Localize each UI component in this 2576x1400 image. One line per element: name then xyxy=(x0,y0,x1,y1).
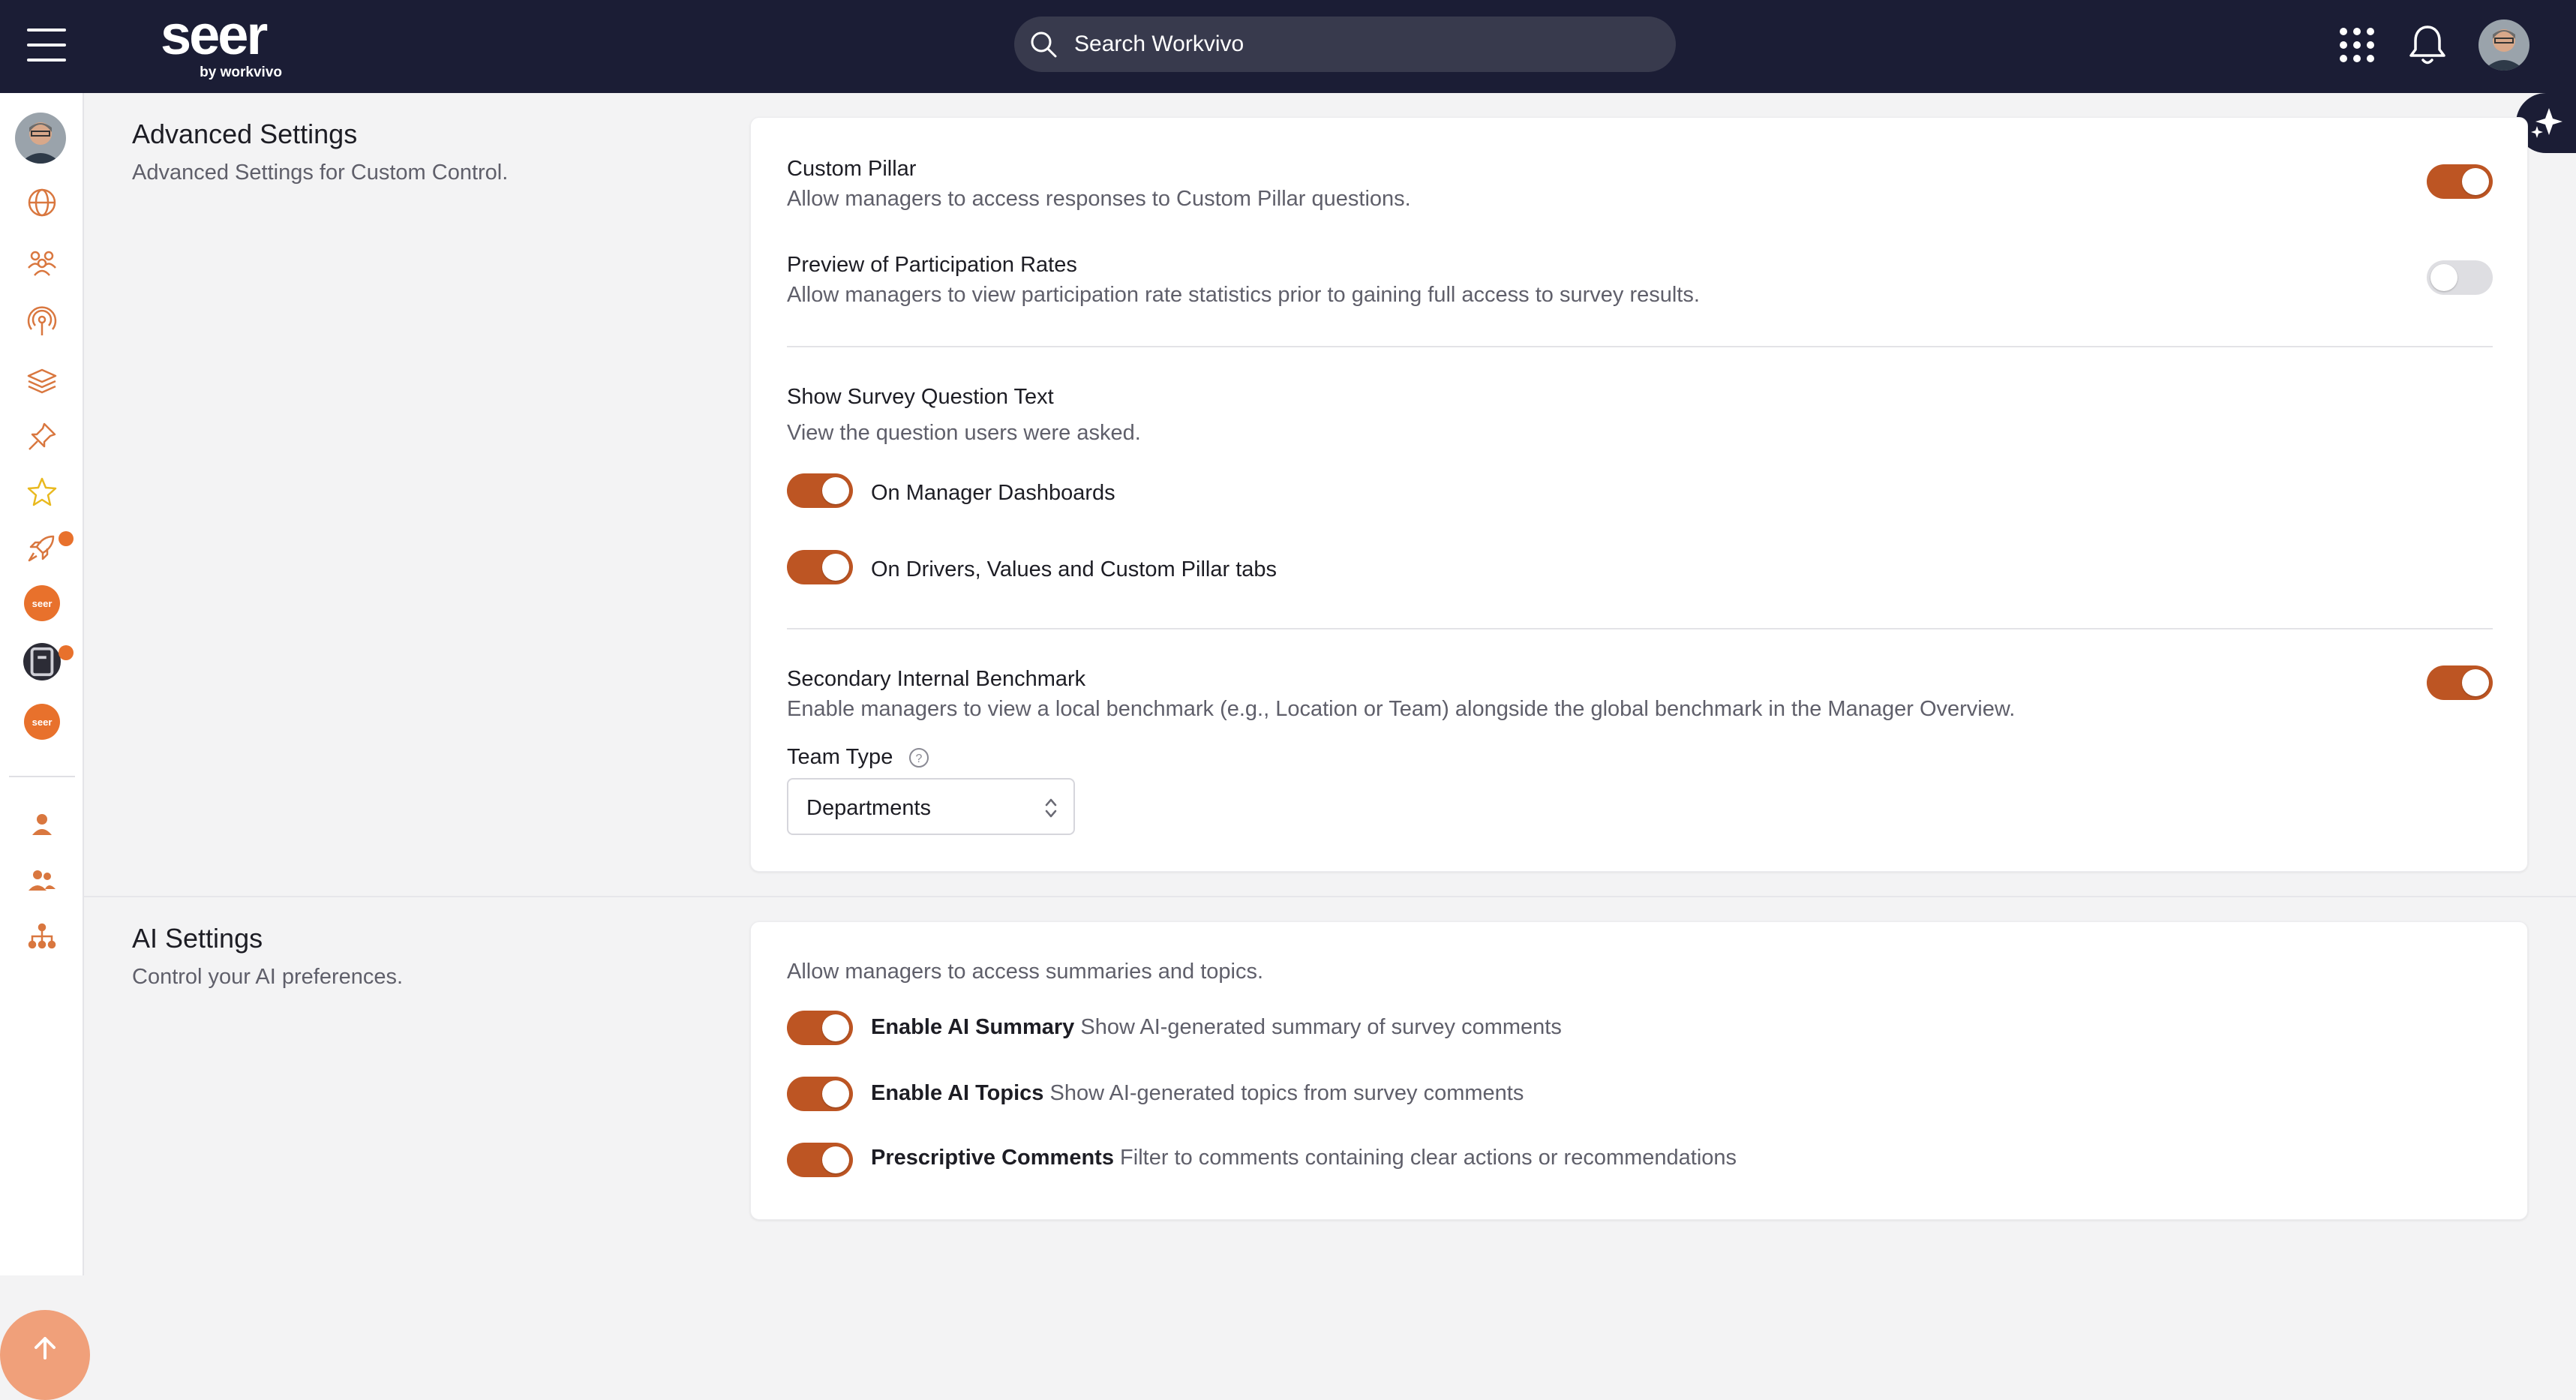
sidebar-avatar[interactable] xyxy=(15,113,66,164)
people-icon xyxy=(29,870,56,891)
advanced-settings-description: Advanced Settings for Custom Control. xyxy=(132,161,509,185)
sidebar-divider xyxy=(9,776,75,777)
prescriptive-comments-toggle[interactable] xyxy=(787,1143,853,1177)
arrow-up-icon xyxy=(35,1337,56,1359)
pin-icon xyxy=(29,422,56,450)
dark-app-badge xyxy=(23,643,61,680)
custom-pillar-description: Allow managers to access responses to Cu… xyxy=(787,187,1411,211)
participation-rates-toggle[interactable] xyxy=(2427,260,2493,295)
benchmark-toggle[interactable] xyxy=(2427,665,2493,700)
rocket-icon xyxy=(28,535,55,562)
sidebar-item-seer-app-2[interactable]: seer xyxy=(21,701,63,743)
sidebar-item-launches[interactable] xyxy=(21,527,63,569)
prescriptive-comments-label: Prescriptive Comments Filter to comments… xyxy=(871,1146,1737,1170)
sidebar-item-seer-app-1[interactable]: seer xyxy=(21,582,63,624)
manager-dashboards-toggle[interactable] xyxy=(787,473,853,508)
sidebar-item-people[interactable] xyxy=(21,860,63,902)
ai-topics-label: Enable AI Topics Show AI-generated topic… xyxy=(871,1081,1524,1105)
scroll-to-top-button[interactable] xyxy=(0,1310,90,1400)
sidebar-item-pinned[interactable] xyxy=(21,416,63,458)
search-icon xyxy=(1031,32,1057,58)
top-navigation-bar: seer by workvivo Search Workvivo xyxy=(0,0,2576,93)
manager-dashboards-label: On Manager Dashboards xyxy=(871,481,1115,505)
notification-dot xyxy=(59,645,74,660)
benchmark-description: Enable managers to view a local benchmar… xyxy=(787,697,2016,721)
team-type-selected-value: Departments xyxy=(806,796,932,820)
divider xyxy=(787,628,2493,629)
custom-pillar-title: Custom Pillar xyxy=(787,157,917,181)
team-type-label: Team Type ? xyxy=(787,745,930,770)
sidebar-item-org-chart[interactable] xyxy=(21,915,63,957)
ai-settings-intro: Allow managers to access summaries and t… xyxy=(787,960,1264,984)
people-group-icon xyxy=(28,251,56,276)
divider xyxy=(787,346,2493,347)
advanced-settings-title: Advanced Settings xyxy=(132,119,358,149)
ai-settings-card: Allow managers to access summaries and t… xyxy=(750,921,2528,1220)
participation-rates-title: Preview of Participation Rates xyxy=(787,253,1077,277)
ai-settings-title: AI Settings xyxy=(132,923,263,954)
advanced-settings-header: Advanced Settings Advanced Settings for … xyxy=(132,119,508,185)
section-divider xyxy=(84,896,2576,897)
notification-bell-icon[interactable] xyxy=(2406,23,2448,68)
advanced-settings-card: Custom Pillar Allow managers to access r… xyxy=(750,117,2528,872)
drivers-values-toggle[interactable] xyxy=(787,550,853,584)
globe-icon xyxy=(28,188,56,217)
sidebar-item-dark-app[interactable] xyxy=(21,641,63,683)
ai-topics-toggle[interactable] xyxy=(787,1077,853,1111)
team-type-select[interactable]: Departments xyxy=(787,778,1075,835)
sidebar-item-podcasts[interactable] xyxy=(21,302,63,344)
search-input[interactable]: Search Workvivo xyxy=(1014,17,1676,72)
svg-text:?: ? xyxy=(916,753,923,765)
benchmark-title: Secondary Internal Benchmark xyxy=(787,667,1086,691)
seer-logo[interactable]: seer by workvivo xyxy=(161,4,303,81)
seer-app-badge: seer xyxy=(24,704,60,740)
sidebar-item-globe[interactable] xyxy=(21,182,63,224)
question-text-description: View the question users were asked. xyxy=(787,421,1141,445)
ai-settings-header: AI Settings Control your AI preferences. xyxy=(132,923,403,990)
question-text-title: Show Survey Question Text xyxy=(787,385,1054,409)
help-circle-icon[interactable]: ? xyxy=(908,747,930,769)
podcast-icon xyxy=(27,306,57,335)
sidebar-item-favourites[interactable] xyxy=(21,471,63,513)
participation-rates-description: Allow managers to view participation rat… xyxy=(787,283,1700,307)
ai-summary-label: Enable AI Summary Show AI-generated summ… xyxy=(871,1015,1562,1039)
search-placeholder: Search Workvivo xyxy=(1074,32,1244,56)
sidebar-item-communities[interactable] xyxy=(21,242,63,284)
logo-text: seer xyxy=(161,4,268,66)
ai-summary-toggle[interactable] xyxy=(787,1011,853,1045)
star-icon xyxy=(27,477,57,506)
person-icon xyxy=(32,814,52,835)
apps-grid-icon[interactable] xyxy=(2337,26,2376,65)
select-chevrons-icon xyxy=(1045,798,1057,818)
drivers-values-label: On Drivers, Values and Custom Pillar tab… xyxy=(871,557,1277,581)
sidebar-item-profile[interactable] xyxy=(21,804,63,846)
notification-dot xyxy=(59,531,74,546)
hamburger-menu-icon[interactable] xyxy=(27,29,66,62)
seer-app-badge: seer xyxy=(24,585,60,621)
user-avatar[interactable] xyxy=(2478,20,2529,71)
layers-icon xyxy=(27,368,57,394)
ai-settings-description: Control your AI preferences. xyxy=(132,965,404,989)
left-sidebar: seer seer xyxy=(0,93,90,1400)
custom-pillar-toggle[interactable] xyxy=(2427,164,2493,199)
sidebar-item-spaces[interactable] xyxy=(21,360,63,402)
org-chart-icon xyxy=(28,923,56,949)
logo-subtext: by workvivo xyxy=(200,65,282,80)
